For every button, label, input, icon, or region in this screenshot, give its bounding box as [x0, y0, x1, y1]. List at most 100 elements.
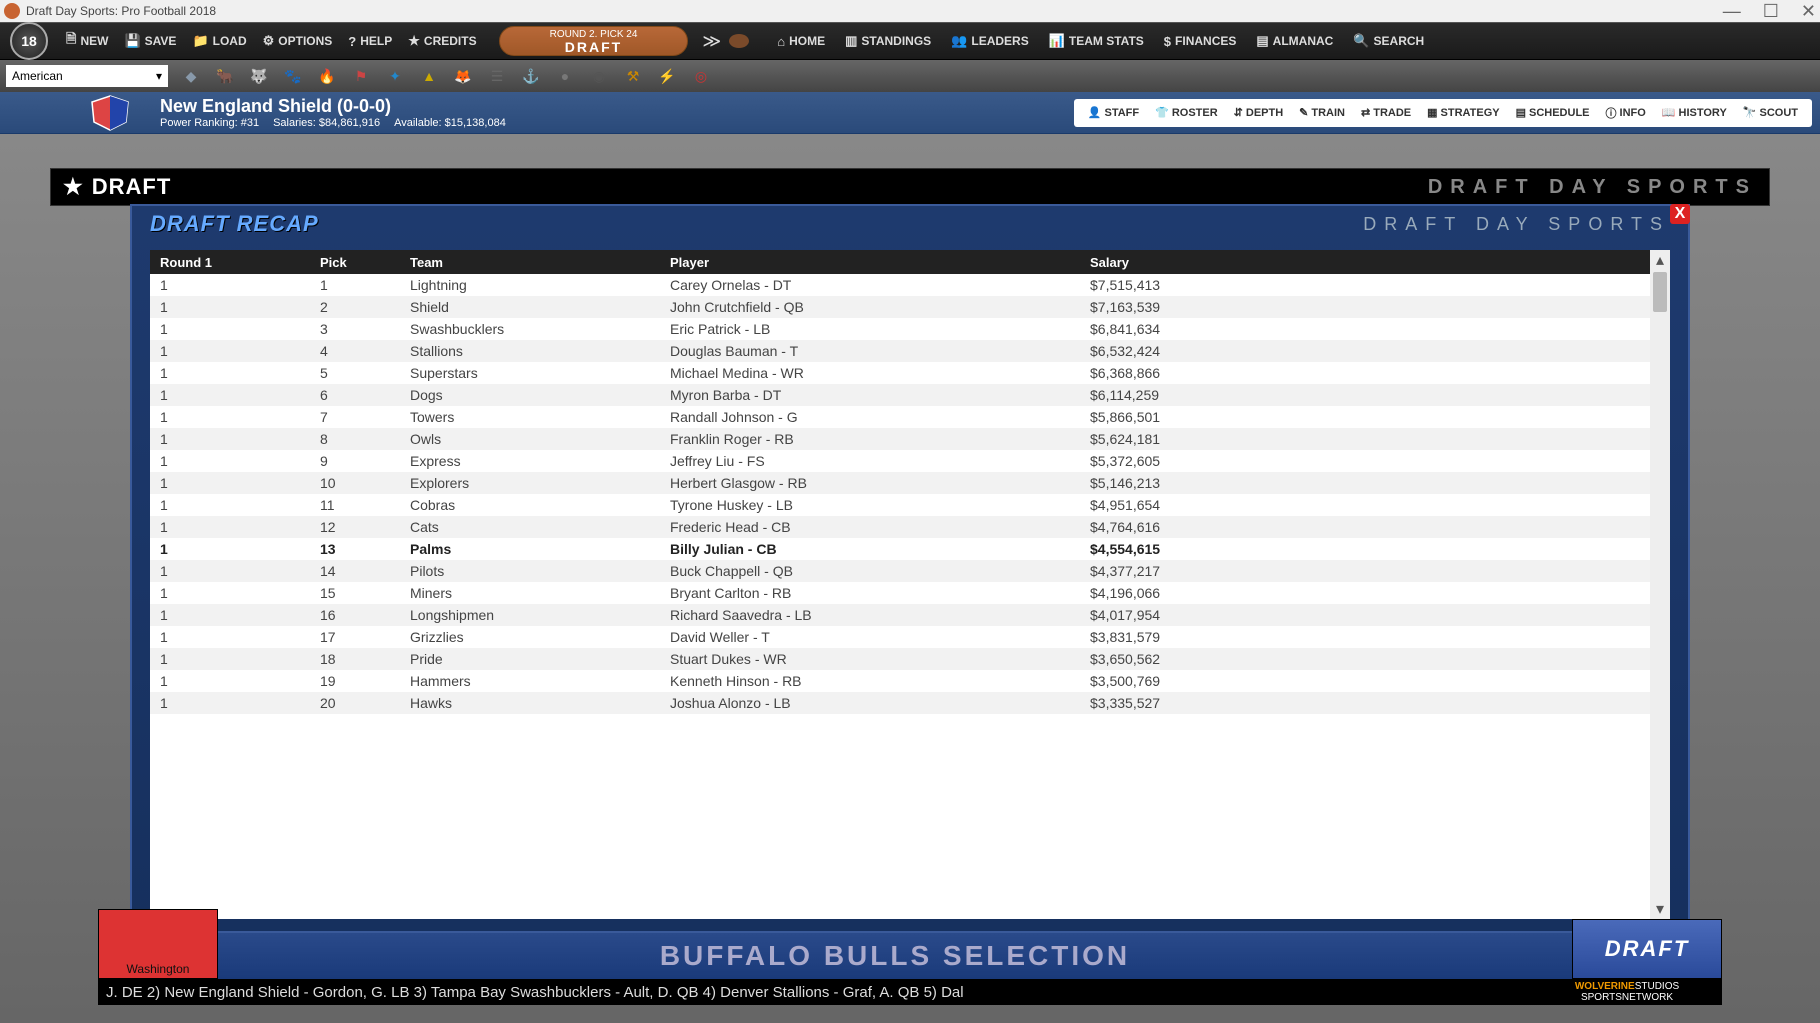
table-row[interactable]: 11LightningCarey Ornelas - DT$7,515,413 [150, 274, 1650, 296]
team-icon[interactable]: 🔥 [316, 65, 338, 87]
trade-button[interactable]: ⇄TRADE [1353, 106, 1419, 119]
col-player[interactable]: Player [660, 250, 1080, 274]
search-button[interactable]: 🔍SEARCH [1343, 33, 1434, 49]
scroll-down-icon[interactable]: ▾ [1650, 899, 1670, 919]
team-icon[interactable]: ◆ [180, 65, 202, 87]
scrollbar[interactable]: ▴ ▾ [1650, 250, 1670, 919]
table-row[interactable]: 113PalmsBilly Julian - CB$4,554,615 [150, 538, 1650, 560]
train-button[interactable]: ✎TRAIN [1291, 106, 1353, 119]
folder-icon: 📁 [192, 33, 208, 49]
leaders-button[interactable]: 👥LEADERS [941, 33, 1039, 49]
roster-button[interactable]: 👕ROSTER [1147, 106, 1226, 119]
panel-title: DRAFT [92, 174, 172, 200]
table-row[interactable]: 116LongshipmenRichard Saavedra - LB$4,01… [150, 604, 1650, 626]
team-icon[interactable]: 🐺 [248, 65, 270, 87]
brand-text: DRAFT DAY SPORTS [1428, 176, 1757, 199]
team-icon[interactable]: ☰ [486, 65, 508, 87]
staff-button[interactable]: 👤STAFF [1080, 106, 1147, 119]
options-button[interactable]: ⚙OPTIONS [255, 33, 341, 49]
home-button[interactable]: ⌂HOME [767, 33, 835, 49]
table-row[interactable]: 111CobrasTyrone Huskey - LB$4,951,654 [150, 494, 1650, 516]
save-button[interactable]: 💾SAVE [116, 33, 184, 49]
scroll-up-icon[interactable]: ▴ [1650, 250, 1670, 270]
col-salary[interactable]: Salary [1080, 250, 1650, 274]
team-icon[interactable]: 🐾 [282, 65, 304, 87]
load-button[interactable]: 📁LOAD [184, 33, 254, 49]
scroll-thumb[interactable] [1653, 272, 1667, 312]
window-title: Draft Day Sports: Pro Football 2018 [26, 4, 216, 18]
almanac-button[interactable]: ▤ALMANAC [1246, 33, 1343, 49]
schedule-button[interactable]: ▤SCHEDULE [1508, 106, 1598, 119]
close-button[interactable]: ✕ [1801, 1, 1816, 22]
star-icon: ★ [63, 174, 84, 200]
cell-player: Franklin Roger - RB [660, 428, 1080, 450]
table-row[interactable]: 118PrideStuart Dukes - WR$3,650,562 [150, 648, 1650, 670]
chart-icon: 📊 [1049, 33, 1065, 49]
team-icon[interactable]: 🐂 [214, 65, 236, 87]
col-pick[interactable]: Pick [310, 250, 400, 274]
maximize-button[interactable]: ☐ [1763, 1, 1779, 22]
cell-pick: 5 [310, 362, 400, 384]
history-button[interactable]: 📖HISTORY [1654, 106, 1735, 119]
credits-button[interactable]: ★CREDITS [400, 33, 484, 49]
cell-team: Longshipmen [400, 604, 660, 626]
team-icon[interactable]: ⚑ [350, 65, 372, 87]
table-row[interactable]: 13SwashbucklersEric Patrick - LB$6,841,6… [150, 318, 1650, 340]
col-team[interactable]: Team [400, 250, 660, 274]
team-icon[interactable]: ✦ [384, 65, 406, 87]
advance-icon[interactable]: ≫ [702, 31, 721, 52]
team-icon[interactable]: ▲ [418, 65, 440, 87]
team-icon[interactable]: ⚓ [520, 65, 542, 87]
table-row[interactable]: 115MinersBryant Carlton - RB$4,196,066 [150, 582, 1650, 604]
table-row[interactable]: 120HawksJoshua Alonzo - LB$3,335,527 [150, 692, 1650, 714]
info-button[interactable]: ⓘINFO [1598, 105, 1654, 121]
salaries: Salaries: $84,861,916 [273, 117, 380, 129]
close-recap-button[interactable]: X [1670, 204, 1690, 224]
table-row[interactable]: 14StallionsDouglas Bauman - T$6,532,424 [150, 340, 1650, 362]
table-row[interactable]: 17TowersRandall Johnson - G$5,866,501 [150, 406, 1650, 428]
team-card[interactable]: Washington [98, 909, 218, 979]
table-row[interactable]: 112CatsFrederic Head - CB$4,764,616 [150, 516, 1650, 538]
team-icon[interactable]: ⚒ [622, 65, 644, 87]
window-titlebar: Draft Day Sports: Pro Football 2018 — ☐ … [0, 0, 1820, 22]
table-row[interactable]: 18OwlsFranklin Roger - RB$5,624,181 [150, 428, 1650, 450]
team-icon[interactable]: ⚡ [656, 65, 678, 87]
league-select[interactable]: American ▾ [6, 65, 168, 87]
dollar-icon: $ [1164, 34, 1171, 49]
team-icon[interactable]: 🦊 [452, 65, 474, 87]
table-row[interactable]: 19ExpressJeffrey Liu - FS$5,372,605 [150, 450, 1650, 472]
team-icon[interactable]: ● [554, 65, 576, 87]
new-button[interactable]: 🗎NEW [58, 30, 116, 52]
team-icon[interactable]: ◉ [588, 65, 610, 87]
team-stats-button[interactable]: 📊TEAM STATS [1039, 33, 1154, 49]
minimize-button[interactable]: — [1723, 1, 1741, 22]
table-row[interactable]: 119HammersKenneth Hinson - RB$3,500,769 [150, 670, 1650, 692]
table-row[interactable]: 110ExplorersHerbert Glasgow - RB$5,146,2… [150, 472, 1650, 494]
cell-salary: $5,372,605 [1080, 450, 1650, 472]
table-row[interactable]: 16DogsMyron Barba - DT$6,114,259 [150, 384, 1650, 406]
depth-button[interactable]: ⇵DEPTH [1226, 106, 1292, 119]
table-row[interactable]: 15SuperstarsMichael Medina - WR$6,368,86… [150, 362, 1650, 384]
table-row[interactable]: 12ShieldJohn Crutchfield - QB$7,163,539 [150, 296, 1650, 318]
cell-player: Billy Julian - CB [660, 538, 1080, 560]
cell-pick: 17 [310, 626, 400, 648]
table-row[interactable]: 114PilotsBuck Chappell - QB$4,377,217 [150, 560, 1650, 582]
cell-round: 1 [150, 318, 310, 340]
cell-pick: 19 [310, 670, 400, 692]
col-round[interactable]: Round 1 [150, 250, 310, 274]
cell-round: 1 [150, 560, 310, 582]
standings-button[interactable]: ▥STANDINGS [835, 33, 941, 49]
draft-box-button[interactable]: DRAFT [1572, 919, 1722, 979]
table-row[interactable]: 117GrizzliesDavid Weller - T$3,831,579 [150, 626, 1650, 648]
finances-button[interactable]: $FINANCES [1154, 33, 1247, 49]
cell-player: Jeffrey Liu - FS [660, 450, 1080, 472]
strategy-button[interactable]: ▦STRATEGY [1419, 106, 1507, 119]
news-ticker: J. DE 2) New England Shield - Gordon, G.… [98, 979, 1722, 1005]
team-icon[interactable]: ◎ [690, 65, 712, 87]
team-name: New England Shield (0-0-0) [160, 96, 506, 117]
cell-player: Joshua Alonzo - LB [660, 692, 1080, 714]
scout-button[interactable]: 🔭SCOUT [1735, 106, 1806, 119]
football-icon[interactable] [729, 34, 749, 48]
cell-round: 1 [150, 406, 310, 428]
help-button[interactable]: ?HELP [340, 34, 400, 49]
